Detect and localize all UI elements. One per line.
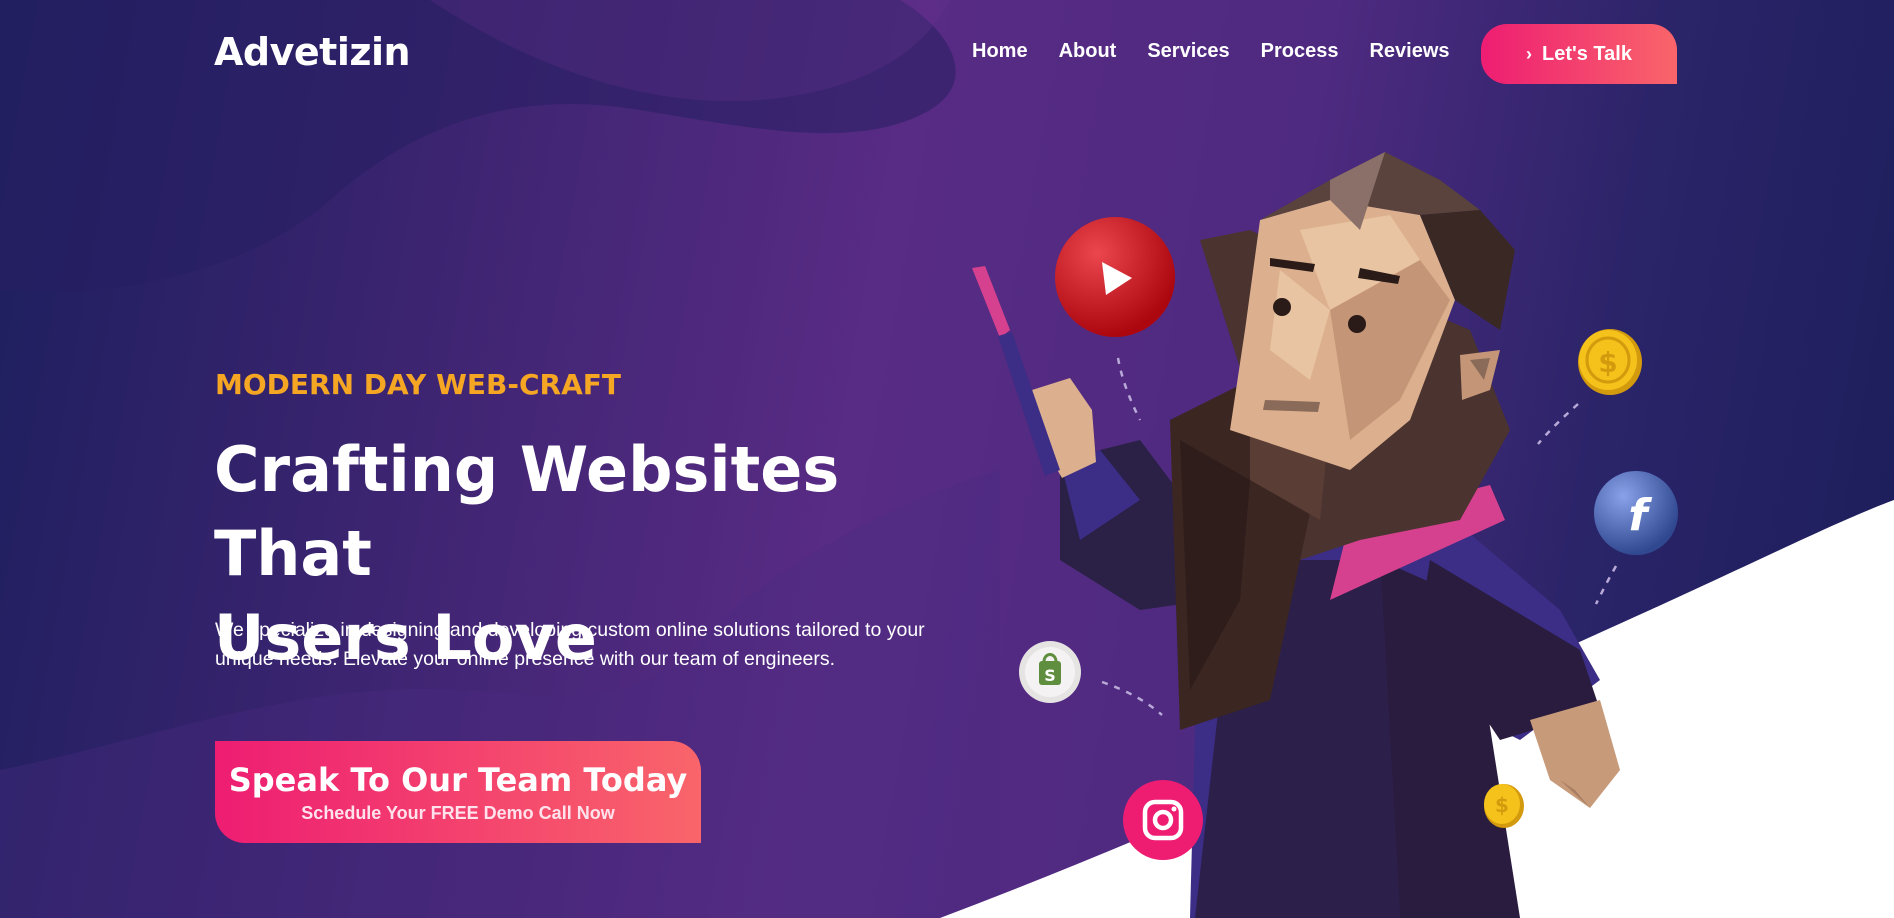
wizard-illustration: S f $ $ [972,152,1678,918]
instagram-icon [1123,780,1203,860]
youtube-icon [1055,217,1175,337]
svg-text:S: S [1044,666,1056,685]
dollar-coin-icon: $ [1578,329,1642,395]
svg-text:$: $ [1598,346,1617,379]
shopify-icon: S [1019,641,1081,703]
facebook-icon: f [1594,471,1678,555]
dollar-coin-icon: $ [1484,784,1524,828]
svg-text:$: $ [1495,793,1509,817]
